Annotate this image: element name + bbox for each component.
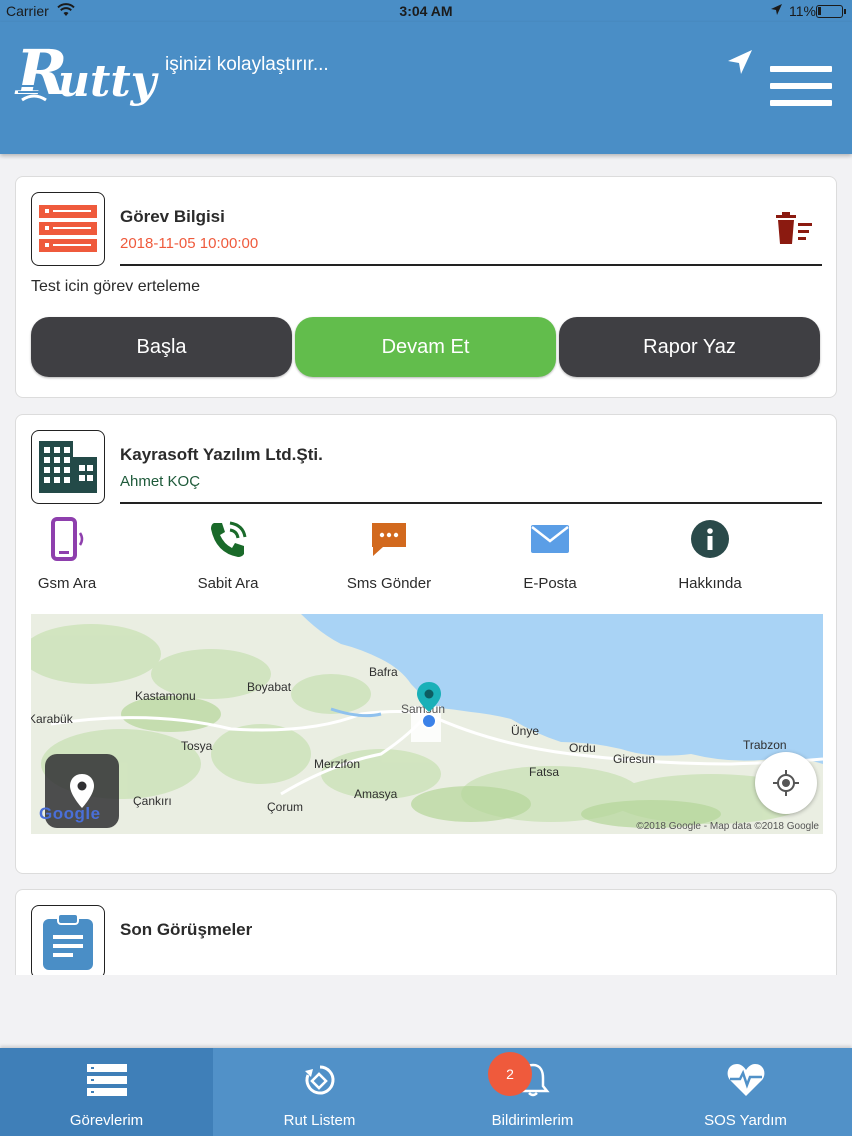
landline-call-label: Sabit Ara (197, 575, 259, 592)
status-bar: Carrier 3:04 AM 11% (0, 0, 852, 22)
tasks-icon (0, 1060, 213, 1100)
navigation-arrow-icon[interactable] (726, 48, 754, 81)
about-label: Hakkında (678, 575, 742, 592)
gsm-call-label: Gsm Ara (37, 575, 97, 592)
map-place-label: Merzifon (314, 757, 361, 771)
google-logo: Google (39, 804, 101, 823)
location-arrow-icon (770, 3, 783, 19)
tab-notifications[interactable]: Bildirimlerim (426, 1048, 639, 1136)
header-tagline: işinizi kolaylaştırır... (165, 54, 329, 75)
write-report-button[interactable]: Rapor Yaz (559, 317, 820, 377)
gsm-call-button[interactable]: Gsm Ara (7, 515, 127, 592)
send-sms-button[interactable]: Sms Gönder (329, 515, 449, 592)
map-place-label: Giresun (613, 752, 656, 766)
map-place-label: Ordu (569, 741, 596, 755)
notification-badge: 2 (488, 1052, 532, 1096)
map-place-label: Amasya (354, 787, 398, 801)
tab-tasks[interactable]: Görevlerim (0, 1048, 213, 1136)
recent-meetings-title: Son Görüşmeler (120, 920, 253, 939)
page-background (0, 975, 852, 1048)
heartbeat-icon (639, 1060, 852, 1100)
company-card: Kayrasoft Yazılım Ltd.Şti. Ahmet KOÇ Gsm… (15, 414, 837, 874)
svg-text:utty: utty (58, 56, 159, 107)
sms-icon (329, 515, 449, 563)
task-info-card: Görev Bilgisi 2018-11-05 10:00:00 Test i… (15, 176, 837, 398)
email-label: E-Posta (523, 575, 577, 592)
battery-percentage: 11% (789, 3, 816, 19)
divider (120, 502, 822, 504)
map-place-label: Trabzon (743, 738, 787, 752)
map-place-label: Kastamonu (135, 689, 196, 703)
task-list-icon (31, 192, 105, 266)
task-datetime: 2018-11-05 10:00:00 (120, 235, 259, 252)
landline-call-button[interactable]: Sabit Ara (168, 515, 288, 592)
location-map[interactable]: Bafra Kastamonu Boyabat Karabük Samsun Ü… (31, 614, 823, 834)
task-card-title: Görev Bilgisi (120, 207, 225, 226)
task-description: Test icin görev erteleme (31, 278, 200, 295)
email-icon (490, 515, 610, 563)
map-place-label: Çankırı (133, 794, 172, 808)
info-icon (650, 515, 770, 563)
crosshair-icon (773, 770, 799, 796)
tab-route-list[interactable]: Rut Listem (213, 1048, 426, 1136)
phone-icon (168, 515, 288, 563)
battery-icon (816, 5, 846, 18)
hamburger-menu-button[interactable] (770, 66, 832, 110)
tab-label: Bildirimlerim (491, 1112, 574, 1129)
about-button[interactable]: Hakkında (650, 515, 770, 592)
map-place-label: Bafra (369, 665, 398, 679)
delete-list-icon[interactable] (774, 211, 814, 250)
map-place-label: Karabük (31, 712, 73, 726)
building-icon (31, 430, 105, 504)
rutty-logo: R utty (14, 30, 160, 131)
clock: 3:04 AM (399, 3, 453, 19)
mobile-phone-icon (7, 515, 127, 563)
bell-icon (426, 1060, 639, 1100)
map-credit: ©2018 Google - Map data ©2018 Google (636, 821, 819, 832)
tab-label: Görevlerim (69, 1112, 144, 1129)
bottom-tab-bar: Görevlerim Rut Listem Bildirimlerim SOS … (0, 1048, 852, 1136)
app-header: R utty işinizi kolaylaştırır... (0, 22, 852, 154)
map-place-label: Çorum (267, 800, 304, 814)
tab-label: SOS Yardım (704, 1112, 787, 1129)
company-name: Kayrasoft Yazılım Ltd.Şti. (120, 445, 323, 464)
map-marker-icon[interactable] (415, 680, 443, 735)
divider (120, 264, 822, 266)
map-place-label: Ünye (511, 724, 540, 738)
contact-person: Ahmet KOÇ (120, 473, 201, 490)
map-place-label: Boyabat (247, 680, 292, 694)
map-place-label: Tosya (181, 739, 213, 753)
my-location-button[interactable] (755, 752, 817, 814)
tab-sos-help[interactable]: SOS Yardım (639, 1048, 852, 1136)
continue-button[interactable]: Devam Et (295, 317, 556, 377)
send-sms-label: Sms Gönder (346, 575, 432, 592)
tab-label: Rut Listem (283, 1112, 356, 1129)
email-button[interactable]: E-Posta (490, 515, 610, 592)
start-button[interactable]: Başla (31, 317, 292, 377)
clipboard-icon (31, 905, 105, 979)
route-icon (213, 1060, 426, 1100)
map-place-label: Fatsa (529, 765, 560, 779)
